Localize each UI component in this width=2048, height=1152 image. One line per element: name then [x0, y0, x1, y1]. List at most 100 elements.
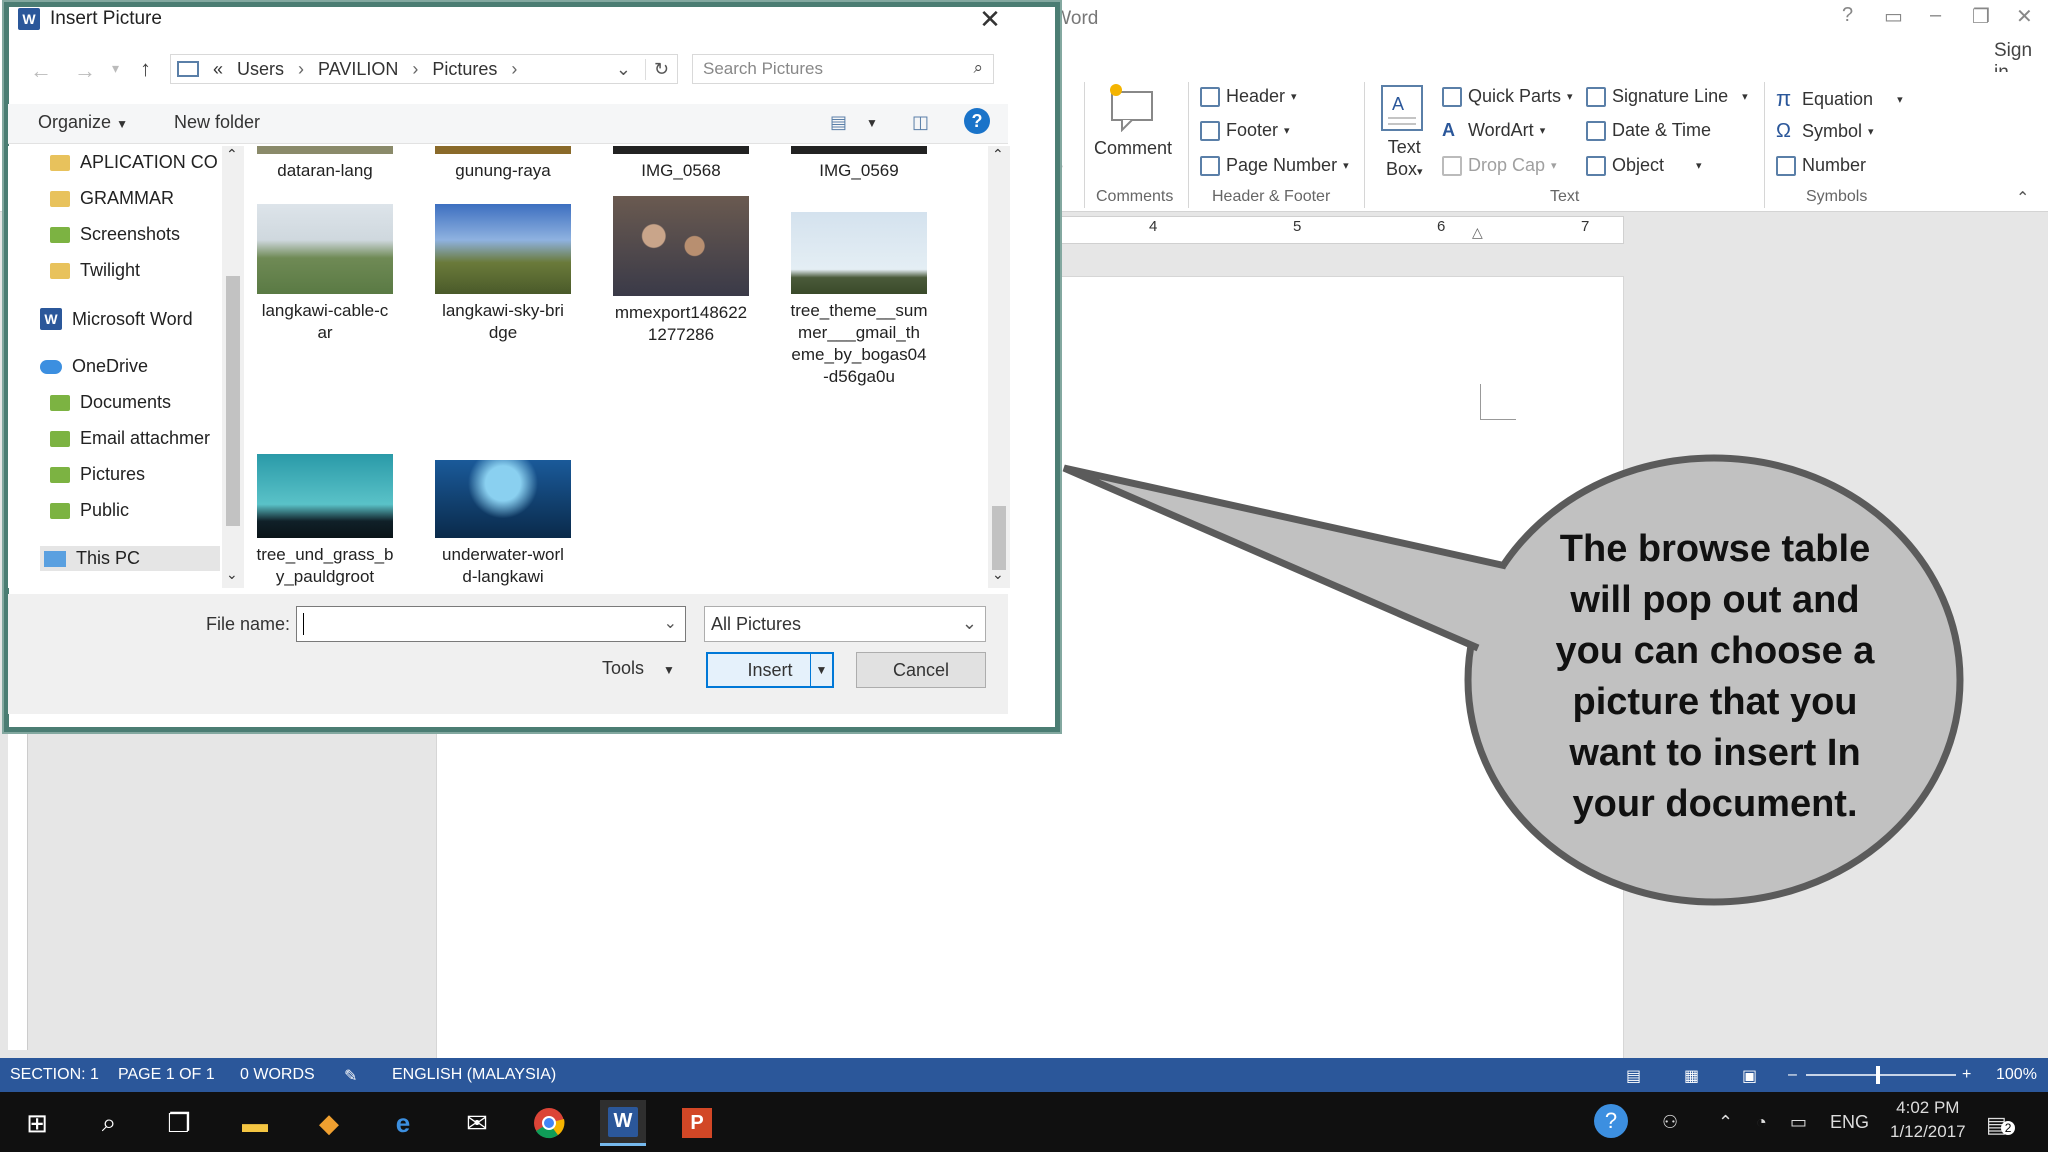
cancel-button[interactable]: Cancel: [856, 652, 986, 688]
show-hidden-icons[interactable]: ⌃: [1718, 1112, 1733, 1133]
help-icon[interactable]: ?: [964, 108, 990, 134]
file-item[interactable]: IMG_0569: [784, 146, 934, 182]
clock[interactable]: 4:02 PM 1/12/2017: [1890, 1096, 1966, 1144]
nav-item-onedrive[interactable]: OneDrive: [40, 356, 216, 377]
zoom-slider[interactable]: [1806, 1074, 1956, 1076]
file-item[interactable]: IMG_0568: [606, 146, 756, 182]
insert-dropdown-icon[interactable]: ▼: [810, 654, 832, 686]
language-indicator[interactable]: ENGLISH (MALAYSIA): [392, 1066, 556, 1084]
chevron-down-icon[interactable]: ⌄: [664, 613, 677, 633]
page-number-button[interactable]: Page Number ▾: [1200, 155, 1349, 176]
action-center-icon[interactable]: ▤2: [1986, 1112, 2016, 1138]
address-bar[interactable]: « Users › PAVILION › Pictures › ⌄ ↻: [170, 54, 678, 84]
preview-pane-icon[interactable]: ◫: [912, 112, 929, 133]
drop-cap-button[interactable]: Drop Cap ▾: [1442, 155, 1557, 176]
equation-button[interactable]: π Equation ▾: [1776, 86, 1903, 112]
address-dropdown-icon[interactable]: ⌄: [616, 59, 631, 80]
object-button[interactable]: Object ▾: [1586, 155, 1702, 176]
recent-locations-icon[interactable]: ▾: [112, 60, 119, 77]
new-folder-button[interactable]: New folder: [174, 112, 260, 133]
collapse-ribbon-icon[interactable]: ⌃: [2016, 188, 2029, 208]
signature-line-button[interactable]: Signature Line ▾: [1586, 86, 1748, 107]
refresh-icon[interactable]: ↻: [644, 58, 677, 80]
chrome-icon[interactable]: [526, 1100, 572, 1146]
breadcrumb-pictures[interactable]: Pictures: [432, 59, 497, 80]
zoom-slider-thumb[interactable]: [1876, 1066, 1880, 1084]
file-item[interactable]: underwater-worl d-langkawi: [428, 460, 578, 588]
back-arrow-icon[interactable]: ←: [30, 58, 52, 84]
organize-button[interactable]: Organize ▼: [38, 112, 128, 133]
help-icon[interactable]: ?: [1842, 4, 1853, 27]
search-icon[interactable]: ⌕: [86, 1100, 132, 1146]
nav-item-documents[interactable]: Documents: [50, 392, 226, 413]
view-dropdown-icon[interactable]: ▼: [866, 116, 878, 130]
nav-item-pictures[interactable]: Pictures: [50, 464, 226, 485]
edge-icon[interactable]: e: [380, 1100, 426, 1146]
minimize-icon[interactable]: –: [1930, 4, 1941, 27]
comment-button[interactable]: Comment: [1094, 138, 1172, 159]
read-mode-icon[interactable]: ▤: [1626, 1066, 1641, 1086]
proofing-icon[interactable]: ✎: [344, 1066, 357, 1086]
ribbon-display-icon[interactable]: ▭: [1884, 4, 1903, 29]
file-explorer-icon[interactable]: ▬: [232, 1100, 278, 1146]
zoom-level[interactable]: 100%: [1996, 1066, 2037, 1084]
nav-item-public[interactable]: Public: [50, 500, 226, 521]
file-item[interactable]: mmexport148622 1277286: [606, 196, 756, 346]
word-taskbar-icon[interactable]: W: [600, 1100, 646, 1146]
file-list-scrollbar[interactable]: ⌃ ⌄: [988, 146, 1010, 588]
nav-item-twilight[interactable]: Twilight: [50, 260, 226, 281]
up-arrow-icon[interactable]: ↑: [140, 56, 151, 82]
insert-button[interactable]: Insert ▼: [706, 652, 834, 688]
restore-icon[interactable]: ❐: [1972, 4, 1990, 29]
help-assistant-icon[interactable]: ?: [1594, 1104, 1628, 1138]
date-time-button[interactable]: Date & Time: [1586, 120, 1711, 141]
nav-item-microsoft-word[interactable]: W Microsoft Word: [40, 308, 216, 330]
breadcrumb-pavilion[interactable]: PAVILION: [318, 59, 398, 80]
nav-item-email-attachments[interactable]: Email attachmer: [50, 428, 226, 449]
file-item[interactable]: langkawi-cable-c ar: [250, 204, 400, 344]
nav-item-this-pc[interactable]: This PC: [40, 546, 220, 571]
people-icon[interactable]: ⚇: [1662, 1112, 1678, 1133]
symbol-button[interactable]: Ω Symbol ▾: [1776, 120, 1874, 143]
nav-item-grammar[interactable]: GRAMMAR: [50, 188, 226, 209]
quick-parts-button[interactable]: Quick Parts ▾: [1442, 86, 1573, 107]
file-item[interactable]: langkawi-sky-bri dge: [428, 204, 578, 344]
word-count[interactable]: 0 WORDS: [240, 1066, 315, 1084]
store-icon[interactable]: ◆: [306, 1100, 352, 1146]
section-indicator[interactable]: SECTION: 1: [10, 1066, 99, 1084]
breadcrumb-users[interactable]: Users: [237, 59, 284, 80]
indent-marker-icon[interactable]: △: [1472, 224, 1483, 241]
file-name-input[interactable]: ⌄: [296, 606, 686, 642]
file-type-filter[interactable]: All Pictures ⌄: [704, 606, 986, 642]
nav-item-screenshots[interactable]: Screenshots: [50, 224, 226, 245]
breadcrumb-back[interactable]: «: [213, 59, 223, 80]
mail-icon[interactable]: ✉: [454, 1100, 500, 1146]
search-input[interactable]: Search Pictures ⌕: [692, 54, 994, 84]
nav-scrollbar[interactable]: ⌃ ⌄: [222, 146, 244, 588]
file-item[interactable]: tree_und_grass_b y_pauldgroot: [250, 454, 400, 588]
zoom-in-button[interactable]: +: [1962, 1066, 1971, 1084]
header-button[interactable]: Header ▾: [1200, 86, 1297, 107]
file-item[interactable]: dataran-lang: [250, 146, 400, 182]
tools-button[interactable]: Tools ▼: [602, 658, 675, 679]
file-item[interactable]: tree_theme__sum mer___gmail_th eme_by_boga…: [784, 212, 934, 388]
wifi-icon[interactable]: ◔: [1756, 1112, 1767, 1133]
zoom-out-button[interactable]: –: [1788, 1066, 1797, 1084]
change-view-icon[interactable]: ▤: [830, 112, 847, 133]
footer-button[interactable]: Footer ▾: [1200, 120, 1290, 141]
start-windows-icon[interactable]: ⊞: [14, 1100, 60, 1146]
task-view-icon[interactable]: ❐: [156, 1100, 202, 1146]
dialog-close-icon[interactable]: ✕: [970, 4, 1010, 38]
powerpoint-taskbar-icon[interactable]: P: [674, 1100, 720, 1146]
battery-icon[interactable]: ▭: [1790, 1112, 1807, 1133]
file-item[interactable]: gunung-raya: [428, 146, 578, 182]
forward-arrow-icon[interactable]: →: [74, 58, 96, 84]
print-layout-icon[interactable]: ▦: [1684, 1066, 1699, 1086]
close-icon[interactable]: ✕: [2016, 4, 2033, 29]
wordart-button[interactable]: A WordArt ▾: [1442, 120, 1545, 141]
web-layout-icon[interactable]: ▣: [1742, 1066, 1757, 1086]
text-box-button[interactable]: Text Box▾: [1386, 136, 1423, 183]
page-indicator[interactable]: PAGE 1 OF 1: [118, 1066, 215, 1084]
input-language[interactable]: ENG: [1830, 1112, 1869, 1133]
number-button[interactable]: Number: [1776, 155, 1866, 176]
